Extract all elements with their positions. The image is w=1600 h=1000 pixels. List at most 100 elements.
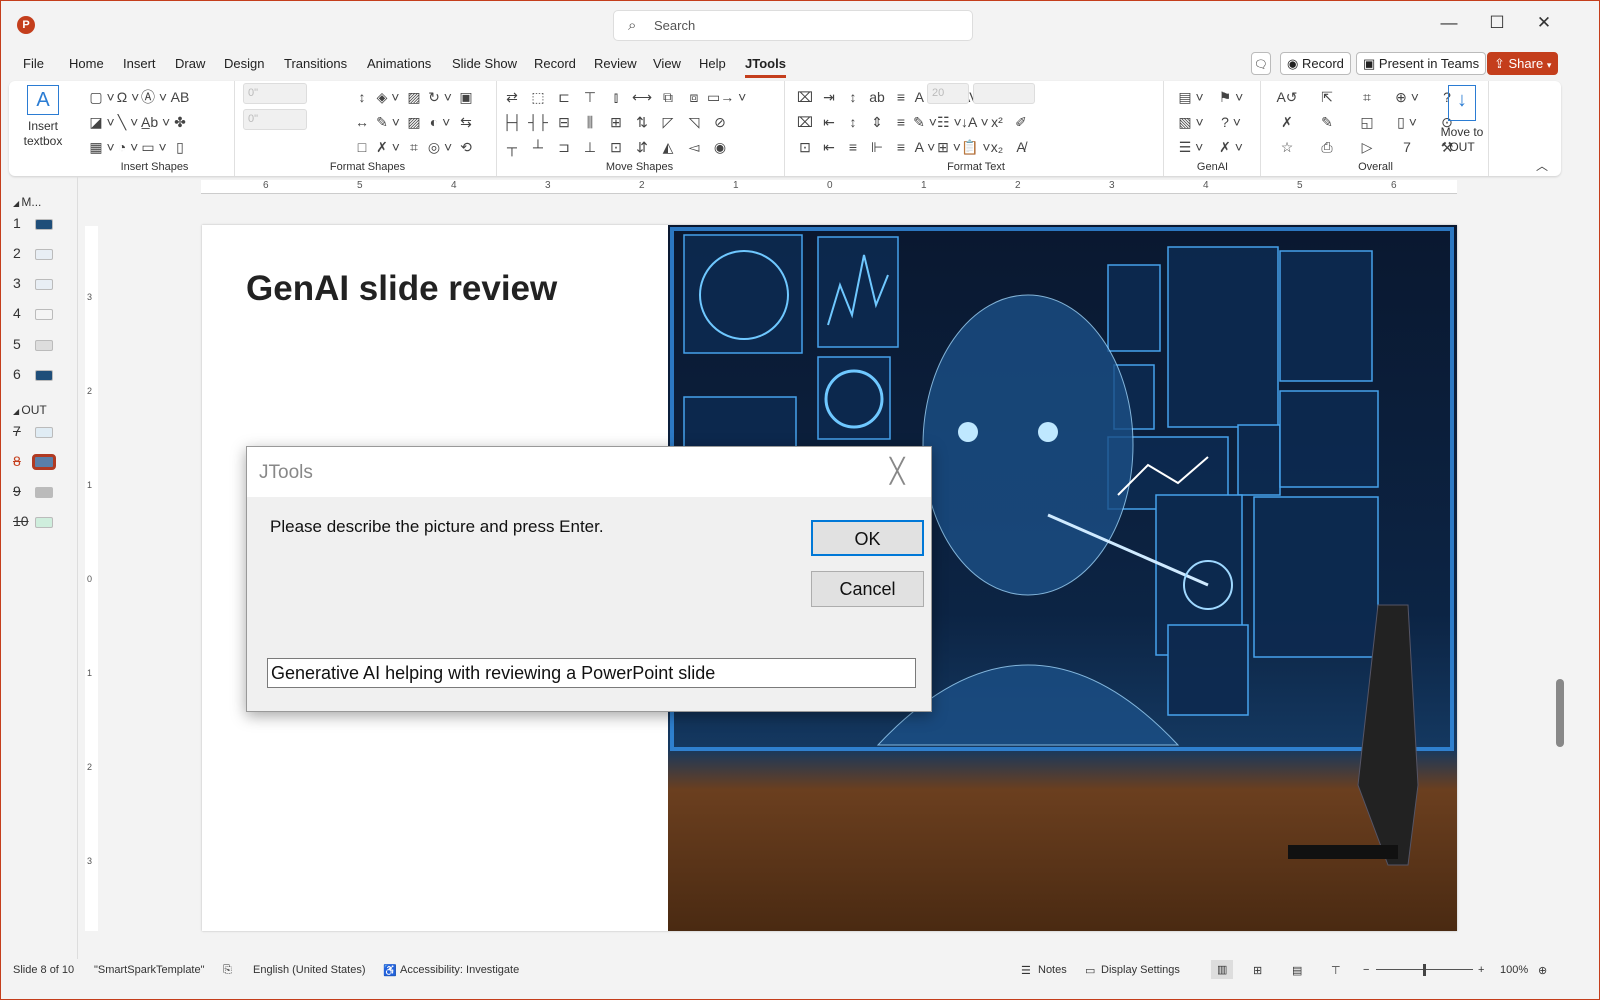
display-settings-button[interactable]: Display Settings	[1101, 964, 1180, 976]
align-left-icon[interactable]: ⊏	[551, 85, 577, 110]
remove-icon[interactable]: ✗ ˅	[375, 135, 401, 160]
hide-icon[interactable]: ⊘	[707, 110, 733, 135]
resize-icon[interactable]: ┤├	[525, 110, 551, 135]
align-text-icon[interactable]: ≡	[841, 135, 865, 160]
delete-slides-icon[interactable]: ✗ ˅	[1211, 135, 1251, 160]
crop-icon[interactable]: ⌗	[401, 135, 427, 160]
font-size-icon[interactable]: A ˅	[913, 135, 937, 160]
spacing-up-icon[interactable]: ↕	[841, 85, 865, 110]
tab-help[interactable]: Help	[699, 53, 726, 75]
maximize-button[interactable]: ☐	[1482, 13, 1512, 33]
font-select[interactable]	[973, 83, 1035, 104]
image-frame-icon[interactable]: ▣	[453, 85, 479, 110]
cancel-button[interactable]: Cancel	[811, 571, 924, 607]
move-to-out-button[interactable]: ↓ Move to OUT	[1437, 85, 1487, 155]
spread-v-icon[interactable]: ⇅	[629, 110, 655, 135]
slide-thumbnail[interactable]: 9	[11, 483, 71, 505]
copy-icon[interactable]: ⧉	[655, 85, 681, 110]
distribute-icon[interactable]: ⫼	[577, 110, 603, 135]
save-icon[interactable]: ✎	[1307, 110, 1347, 135]
close-button[interactable]: ✕	[1529, 13, 1559, 33]
justify2-icon[interactable]: ≡	[889, 110, 913, 135]
slide-thumbnail[interactable]: 7	[11, 423, 71, 445]
height-icon[interactable]: ↕	[349, 85, 375, 110]
picture2-icon[interactable]: ▨	[401, 110, 427, 135]
rotate-right-icon[interactable]: ◹	[681, 110, 707, 135]
tab-record[interactable]: Record	[534, 53, 576, 75]
swap-icon[interactable]: ⇆	[453, 110, 479, 135]
normal-view-icon[interactable]: ▥	[1211, 960, 1234, 979]
vertical-scrollbar[interactable]	[1553, 181, 1567, 921]
outdent-icon[interactable]: ⇤	[817, 110, 841, 135]
zoom-slider-handle[interactable]	[1423, 964, 1426, 976]
zoom-in-button[interactable]: +	[1478, 964, 1484, 976]
ruler-icon[interactable]: ⊩	[865, 135, 889, 160]
slideshow-icon[interactable]: ⊤	[1331, 964, 1341, 977]
same-height-icon[interactable]: ┬	[499, 135, 525, 160]
square-icon[interactable]: □	[349, 135, 375, 160]
width-icon[interactable]: ↔	[349, 110, 375, 135]
omega-symbol-icon[interactable]: Ω ˅	[115, 85, 141, 110]
description-input[interactable]	[267, 658, 916, 688]
flip-h-icon[interactable]: ◭	[655, 135, 681, 160]
minimize-button[interactable]: —	[1434, 13, 1464, 33]
dialog-close-icon[interactable]: ╳	[890, 457, 904, 486]
accessibility-button[interactable]: Accessibility: Investigate	[400, 964, 519, 976]
shape-effects-icon[interactable]: ◐ ˅	[427, 110, 453, 135]
sync-icon[interactable]: ⟲	[453, 135, 479, 160]
subscript-icon[interactable]: x₂	[985, 135, 1009, 160]
wrap-icon[interactable]: ⇕	[865, 110, 889, 135]
calendar-icon[interactable]: 7	[1387, 135, 1427, 160]
fill-color-icon[interactable]: ◈ ˅	[375, 85, 401, 110]
spacing-down-icon[interactable]: ↕	[841, 110, 865, 135]
justify3-icon[interactable]: ≡	[889, 135, 913, 160]
slide-thumbnail[interactable]: 3	[11, 275, 71, 297]
tab-jtools[interactable]: JTools	[745, 53, 786, 78]
autofit-icon[interactable]: ab	[865, 85, 889, 110]
zoom-out-button[interactable]: −	[1363, 964, 1369, 976]
line-icon[interactable]: ╲ ˅	[115, 110, 141, 135]
share-button[interactable]: ⇪ Share ▾	[1487, 52, 1559, 75]
group-icon[interactable]: ⧈	[681, 85, 707, 110]
record-button[interactable]: ◉ Record	[1280, 52, 1351, 75]
web-icon[interactable]: ⊕ ˅	[1387, 85, 1427, 110]
tab-view[interactable]: View	[653, 53, 681, 75]
brush-icon[interactable]: ✐	[1009, 110, 1033, 135]
spread-icon[interactable]: ⇵	[629, 135, 655, 160]
tab-transitions[interactable]: Transitions	[284, 53, 347, 75]
font-size-select[interactable]: 20	[927, 83, 969, 104]
numbering-icon[interactable]: ⊞ ˅	[937, 135, 961, 160]
caps-icon[interactable]: AB	[167, 85, 193, 110]
align-bottom-icon[interactable]: ⊐	[551, 135, 577, 160]
flip-v-icon[interactable]: ◅	[681, 135, 707, 160]
clear-format-icon[interactable]: A̸	[1009, 135, 1033, 160]
question-icon[interactable]: ? ˅	[1211, 110, 1251, 135]
picture-icon[interactable]: ▨	[401, 85, 427, 110]
pie-icon[interactable]: ◔ ˅	[115, 135, 141, 160]
tab-home[interactable]: Home	[69, 53, 104, 75]
tab-design[interactable]: Design	[224, 53, 264, 75]
export-icon[interactable]: ⇱	[1307, 85, 1347, 110]
slide-thumbnail[interactable]: 8	[11, 453, 71, 475]
ok-button[interactable]: OK	[811, 520, 924, 556]
shape-width-input[interactable]: 0"	[243, 109, 307, 130]
rotate-icon[interactable]: ↻ ˅	[427, 85, 453, 110]
merge-icon[interactable]: ◎ ˅	[427, 135, 453, 160]
translate-icon[interactable]: A↺	[1267, 85, 1307, 110]
shape-height-input[interactable]: 0"	[243, 83, 307, 104]
paste-format-icon[interactable]: 📋 ˅	[961, 135, 991, 160]
resize-slide-icon[interactable]: ◱	[1347, 110, 1387, 135]
slide-sorter-icon[interactable]: ⊞	[1253, 964, 1262, 977]
swap-shapes-icon[interactable]: ⇄	[499, 85, 525, 110]
notes-button[interactable]: Notes	[1038, 964, 1067, 976]
spread-h-icon[interactable]: ⟷	[629, 85, 655, 110]
pdf-icon[interactable]: ▯ ˅	[1387, 110, 1427, 135]
text-out-icon[interactable]: ⌧	[793, 110, 817, 135]
fit-to-window-icon[interactable]: ⊕	[1538, 964, 1547, 977]
same-width-icon[interactable]: ├┤	[499, 110, 525, 135]
text-in-icon[interactable]: ⌧	[793, 85, 817, 110]
align-center-icon[interactable]: ⊟	[551, 110, 577, 135]
sticky-note-icon[interactable]: ▭ ˅	[141, 135, 167, 160]
rectangle-icon[interactable]: ▢ ˅	[89, 85, 115, 110]
slide-thumbnail[interactable]: 2	[11, 245, 71, 267]
